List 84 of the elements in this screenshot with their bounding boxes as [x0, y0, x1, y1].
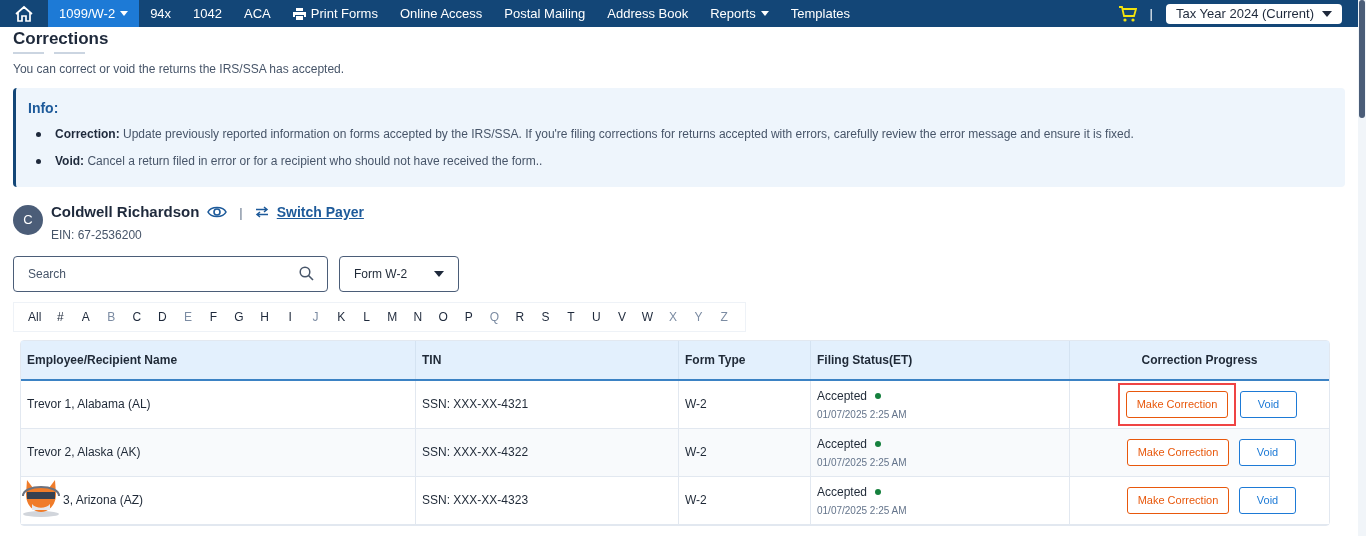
- nav-tab[interactable]: 1042: [182, 0, 234, 27]
- table-cell-text: W-2: [685, 396, 707, 413]
- column-header: Form Type: [685, 351, 746, 369]
- letter-filter[interactable]: D: [149, 307, 176, 326]
- info-title: Info:: [28, 99, 59, 118]
- status-date: 01/07/2025 2:25 AM: [817, 503, 907, 518]
- make-correction-button[interactable]: Make Correction: [1126, 390, 1228, 418]
- search-icon: [299, 265, 314, 281]
- void-button[interactable]: Void: [1239, 438, 1296, 466]
- make-correction-button[interactable]: Make Correction: [1127, 486, 1229, 514]
- table-cell-text: Trevor 1, Alabama (AL): [27, 396, 151, 413]
- letter-filter[interactable]: S: [532, 307, 559, 326]
- separator: |: [239, 203, 243, 222]
- column-header: Employee/Recipient Name: [27, 351, 178, 369]
- nav-tab[interactable]: Templates: [779, 0, 861, 27]
- status-text: Accepted: [817, 435, 868, 453]
- column-header: Filing Status(ET): [817, 351, 913, 369]
- status-date: 01/07/2025 2:25 AM: [817, 455, 907, 470]
- swap-arrows-icon[interactable]: [254, 206, 269, 219]
- bullet-icon: [36, 131, 41, 137]
- letter-filter[interactable]: U: [583, 307, 610, 326]
- column-header: TIN: [422, 351, 442, 369]
- status-text: Accepted: [817, 387, 868, 405]
- table-cell-text: SSN: XXX-XX-4321: [422, 396, 529, 413]
- bullet-icon: [36, 158, 41, 164]
- letter-filter[interactable]: L: [353, 307, 380, 326]
- switch-payer-link[interactable]: Switch Payer: [276, 201, 364, 223]
- search-field[interactable]: Search: [13, 255, 328, 292]
- table-cell-text: SSN: XXX-XX-4323: [422, 492, 529, 509]
- separator: |: [1149, 4, 1153, 23]
- letter-filter[interactable]: A: [73, 307, 99, 326]
- nav-tab[interactable]: Address Book: [596, 0, 700, 27]
- info-text: Correction: Update previously reported information on forms accepted by the IRS/SSA. If you're filing corrections for returns accepted with errors, carefully review the error message and ensure it is fixed.: [55, 126, 1134, 143]
- letter-filter[interactable]: N: [404, 307, 431, 326]
- void-button[interactable]: Void: [1240, 390, 1297, 418]
- table-cell-text: W-2: [685, 492, 707, 509]
- letter-filter[interactable]: #: [47, 307, 74, 326]
- letter-filter[interactable]: O: [430, 307, 457, 326]
- page-title: Corrections: [13, 28, 109, 50]
- info-text: Void: Cancel a return filed in error or for a recipient who should not have received the form..: [55, 153, 543, 170]
- letter-filter[interactable]: T: [558, 307, 584, 326]
- cart-icon[interactable]: [1118, 5, 1137, 22]
- nav-tab[interactable]: 94x: [139, 0, 183, 27]
- column-header: Correction Progress: [1141, 351, 1258, 369]
- caret-icon: [120, 11, 129, 16]
- letter-filter[interactable]: G: [226, 307, 252, 326]
- letter-filter[interactable]: C: [124, 307, 150, 326]
- letter-filter[interactable]: R: [507, 307, 533, 326]
- status-date: 01/07/2025 2:25 AM: [817, 407, 907, 422]
- caret-icon: [1322, 10, 1332, 17]
- payer-name: Coldwell Richardson: [51, 202, 200, 222]
- make-correction-button[interactable]: Make Correction: [1127, 438, 1229, 466]
- letter-filter[interactable]: K: [328, 307, 354, 326]
- eye-icon[interactable]: [207, 205, 228, 220]
- table-cell-text: SSN: XXX-XX-4322: [422, 444, 529, 461]
- letter-filter[interactable]: M: [379, 307, 405, 326]
- letter-filter[interactable]: I: [277, 307, 303, 326]
- scrollbar[interactable]: [1358, 0, 1366, 536]
- status-text: Accepted: [817, 483, 868, 501]
- table-cell-text: 3, Arizona (AZ): [63, 492, 144, 509]
- letter-filter[interactable]: H: [251, 307, 278, 326]
- letter-filter[interactable]: W: [634, 307, 661, 326]
- payer-avatar: C: [13, 205, 43, 235]
- table-cell-text: W-2: [685, 444, 707, 461]
- table-cell-text: Trevor 2, Alaska (AK): [27, 444, 141, 461]
- letter-filter[interactable]: All: [22, 307, 48, 326]
- home-icon[interactable]: [14, 4, 34, 23]
- nav-tab[interactable]: ACA: [233, 0, 282, 27]
- tax-year-select[interactable]: Tax Year 2024 (Current): [1165, 3, 1342, 24]
- caret-icon: [760, 11, 769, 16]
- letter-filter[interactable]: V: [609, 307, 635, 326]
- caret-icon: [434, 270, 444, 277]
- letter-filter[interactable]: P: [456, 307, 482, 326]
- printer-icon: [292, 7, 306, 20]
- nav-tab[interactable]: Print Forms: [281, 0, 389, 27]
- payer-ein: EIN: 67-2536200: [51, 226, 142, 244]
- nav-tab[interactable]: 1099/W-2: [48, 0, 140, 27]
- void-button[interactable]: Void: [1239, 486, 1296, 514]
- nav-tab[interactable]: Reports: [699, 0, 780, 27]
- form-select[interactable]: Form W-2: [339, 255, 459, 292]
- letter-filter[interactable]: F: [200, 307, 227, 326]
- nav-tab[interactable]: Postal Mailing: [493, 0, 597, 27]
- page-subtitle: You can correct or void the returns the IRS/SSA has accepted.: [13, 61, 345, 78]
- nav-tab[interactable]: Online Access: [388, 0, 494, 27]
